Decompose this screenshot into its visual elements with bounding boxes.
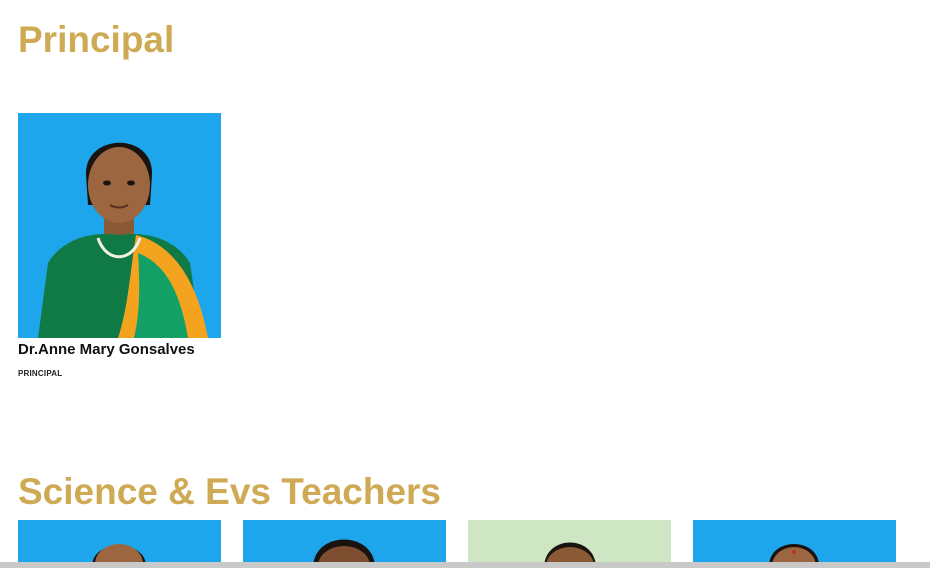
- principal-role: PRINCIPAL: [18, 369, 63, 378]
- teacher-portrait-image: [693, 520, 896, 568]
- principal-photo[interactable]: [18, 113, 221, 338]
- principal-portrait-image: [18, 113, 221, 338]
- teacher-photo[interactable]: [468, 520, 671, 568]
- teacher-photo[interactable]: [243, 520, 446, 568]
- horizontal-scrollbar[interactable]: [0, 562, 930, 568]
- teacher-portrait-image: [243, 520, 446, 568]
- teacher-photo[interactable]: [693, 520, 896, 568]
- principal-name[interactable]: Dr.Anne Mary Gonsalves: [18, 340, 195, 360]
- teacher-photo[interactable]: [18, 520, 221, 568]
- staff-page: Principal Dr.Anne Mary Gonsalves PRINCIP…: [0, 0, 930, 568]
- principal-section-title: Principal: [18, 19, 175, 60]
- science-section-title: Science & Evs Teachers: [18, 471, 442, 512]
- teacher-portrait-image: [468, 520, 671, 568]
- teacher-portrait-image: [18, 520, 221, 568]
